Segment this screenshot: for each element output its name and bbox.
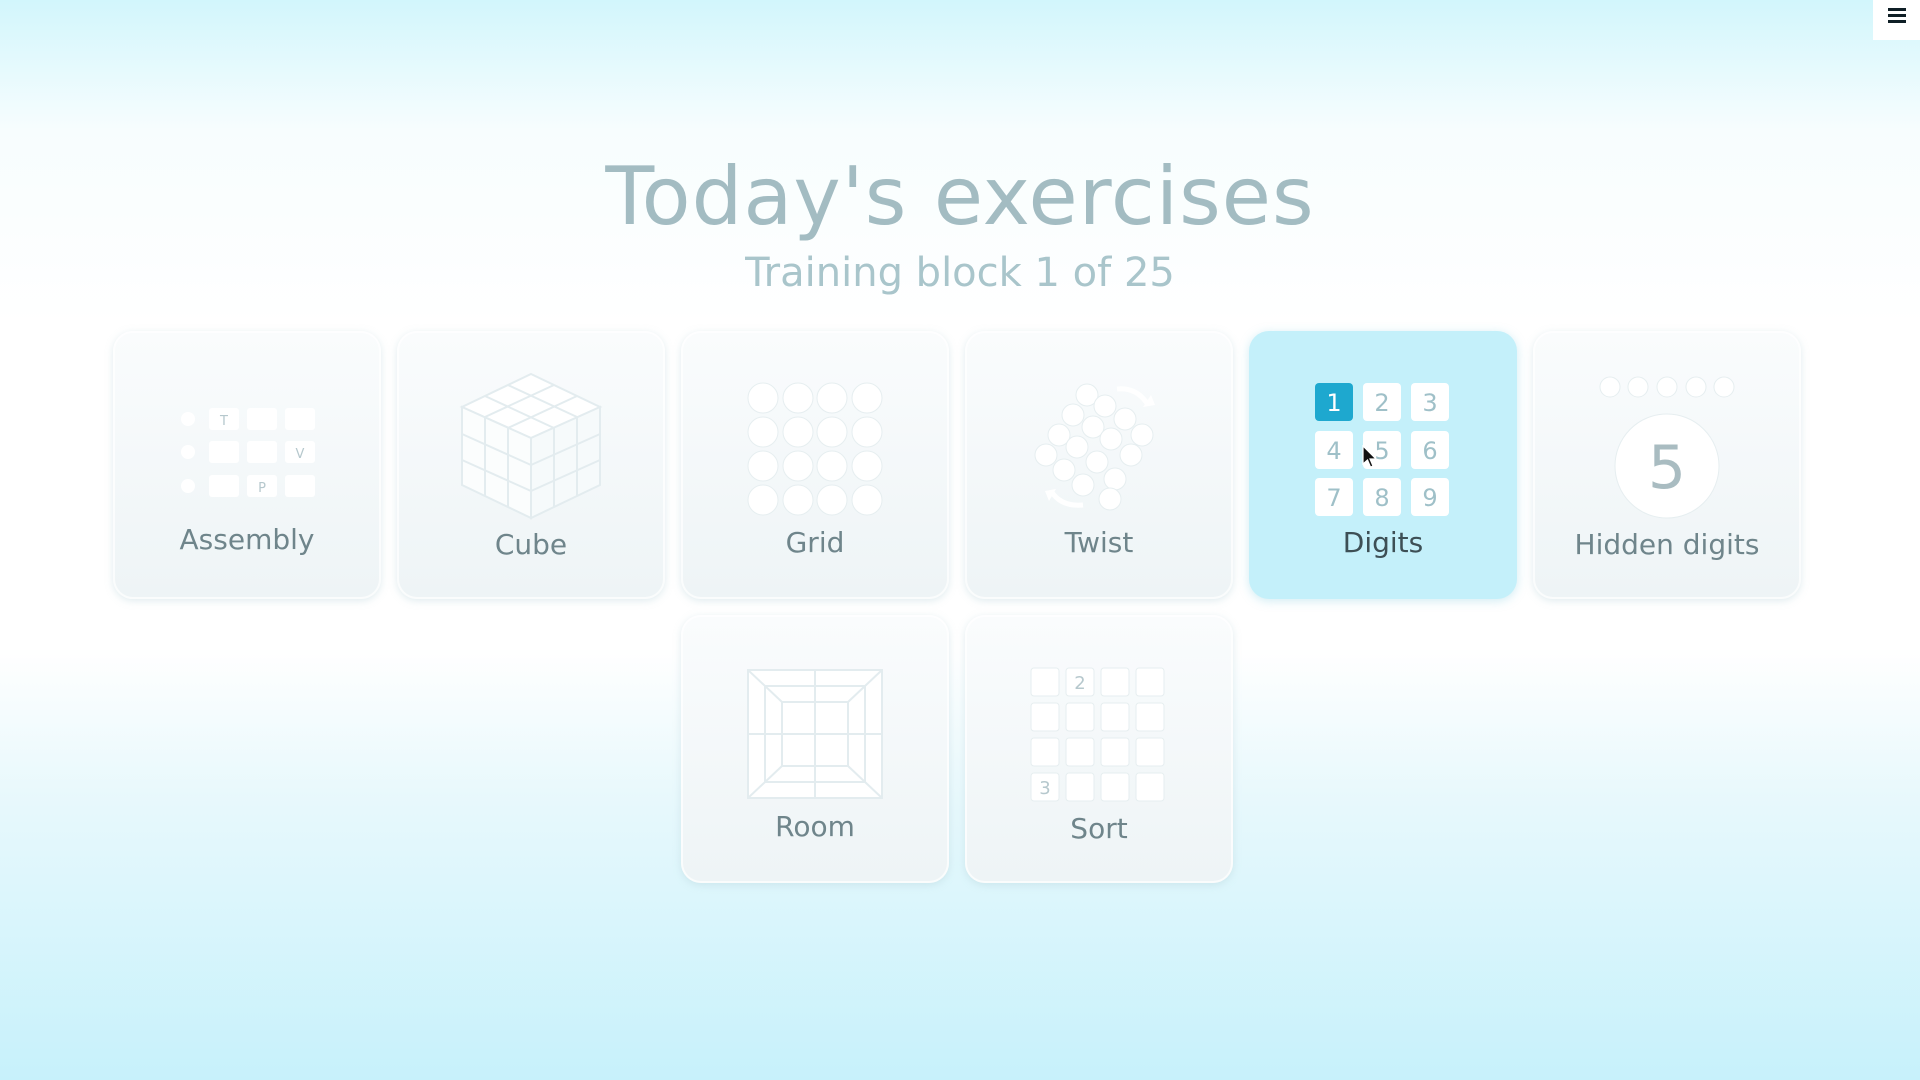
exercise-label: Room xyxy=(775,810,855,843)
exercise-tile-cube[interactable]: Cube xyxy=(397,331,665,599)
svg-text:V: V xyxy=(296,447,305,462)
exercise-tile-sort[interactable]: 2 3 Sort xyxy=(965,615,1233,883)
exercise-label: Digits xyxy=(1342,526,1424,559)
mouse-cursor-icon xyxy=(1362,445,1378,468)
exercise-label: Grid xyxy=(785,526,845,559)
exercise-tile-twist[interactable]: Twist xyxy=(965,331,1233,599)
assembly-icon: T V P xyxy=(113,331,381,599)
svg-text:7: 7 xyxy=(1326,484,1341,512)
svg-text:1: 1 xyxy=(1326,389,1341,417)
svg-text:2: 2 xyxy=(1074,673,1085,694)
svg-text:6: 6 xyxy=(1422,437,1437,465)
exercise-tile-assembly[interactable]: T V P Assembly xyxy=(113,331,381,599)
exercise-label: Twist xyxy=(1064,526,1134,559)
svg-text:T: T xyxy=(219,414,228,429)
hamburger-menu-icon xyxy=(1887,7,1906,11)
svg-text:3: 3 xyxy=(1039,778,1050,799)
svg-text:3: 3 xyxy=(1422,389,1437,417)
svg-text:2: 2 xyxy=(1374,389,1389,417)
exercise-label: Sort xyxy=(1070,812,1128,845)
exercise-tile-grid[interactable]: Grid xyxy=(681,331,949,599)
page-subtitle: Training block 1 of 25 xyxy=(745,250,1175,296)
svg-text:4: 4 xyxy=(1326,437,1341,465)
exercise-label: Cube xyxy=(494,528,568,561)
exercise-tile-digits[interactable]: 1 2 3 4 5 6 7 8 9 Digits xyxy=(1249,331,1517,599)
svg-text:5: 5 xyxy=(1648,433,1686,503)
svg-text:8: 8 xyxy=(1374,484,1389,512)
hamburger-menu-button[interactable] xyxy=(1873,0,1920,40)
exercise-label: Hidden digits xyxy=(1574,528,1760,561)
page-title: Today's exercises xyxy=(605,150,1315,243)
svg-text:9: 9 xyxy=(1422,484,1437,512)
exercise-tile-hidden-digits[interactable]: 5 Hidden digits xyxy=(1533,331,1801,599)
svg-text:P: P xyxy=(258,481,266,496)
exercise-label: Assembly xyxy=(179,523,315,556)
exercise-tile-room[interactable]: Room xyxy=(681,615,949,883)
